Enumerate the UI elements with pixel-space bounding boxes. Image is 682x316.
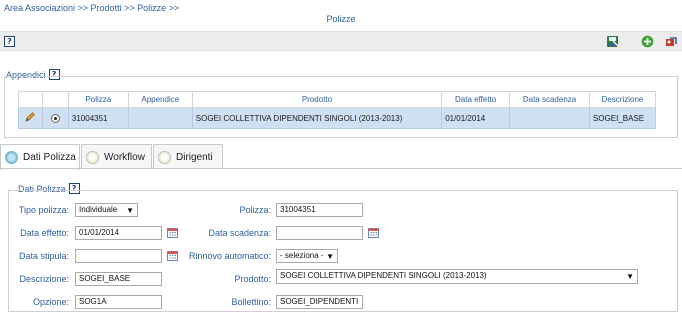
cell-polizza: 31004351 xyxy=(67,107,129,129)
data-scadenza-label: Data scadenza: xyxy=(208,228,271,238)
chevron-down-icon: ▼ xyxy=(626,272,634,281)
exit-icon[interactable] xyxy=(665,35,678,48)
descrizione-label: Descrizione: xyxy=(19,274,69,284)
column-header-descrizione[interactable]: Descrizione xyxy=(588,91,657,108)
tab-workflow-icon xyxy=(86,150,99,164)
prodotto-select[interactable]: SOGEI COLLETTIVA DIPENDENTI SINGOLI (201… xyxy=(276,269,638,284)
appendici-table: Polizza Appendice Prodotto Data effetto … xyxy=(18,91,657,129)
breadcrumb[interactable]: Area Associazioni >> Prodotti >> Polizze… xyxy=(4,3,179,13)
tab-label: Workflow xyxy=(104,151,145,163)
column-header-data-effetto[interactable]: Data effetto xyxy=(441,91,511,108)
help-icon[interactable]: ? xyxy=(4,36,15,47)
column-header-edit xyxy=(18,91,43,108)
data-effetto-field[interactable]: 01/01/2014 xyxy=(75,226,162,240)
polizza-label: Polizza: xyxy=(239,205,271,215)
tab-dirigenti-icon xyxy=(158,150,171,164)
tab-dati-polizza-icon xyxy=(5,151,18,164)
descrizione-field[interactable]: SOGEI_BASE xyxy=(75,272,162,286)
column-header-appendice[interactable]: Appendice xyxy=(127,91,193,108)
rinnovo-automatico-label: Rinnovo automatico: xyxy=(188,251,271,261)
polizza-field[interactable]: 31004351 xyxy=(276,203,363,217)
page-title: Polizze xyxy=(326,14,356,24)
rinnovo-automatico-value: - seleziona - xyxy=(280,251,324,260)
select-cell[interactable] xyxy=(41,107,69,129)
opzione-field[interactable]: SOG1A xyxy=(75,295,162,309)
tab-label: Dati Polizza xyxy=(23,152,76,163)
save-icon[interactable] xyxy=(606,35,619,48)
column-header-prodotto[interactable]: Prodotto xyxy=(191,91,443,108)
add-icon[interactable] xyxy=(641,35,654,48)
cell-appendice xyxy=(127,107,193,129)
calendar-icon[interactable] xyxy=(167,227,178,238)
data-stipula-field[interactable] xyxy=(75,249,162,263)
rinnovo-automatico-select[interactable]: - seleziona - ▼ xyxy=(276,249,338,263)
edit-icon[interactable] xyxy=(24,111,36,123)
chevron-down-icon: ▼ xyxy=(326,252,334,261)
prodotto-label: Prodotto: xyxy=(234,274,271,284)
column-header-data-scadenza[interactable]: Data scadenza xyxy=(509,91,590,108)
cell-data-scadenza xyxy=(509,107,590,129)
calendar-icon[interactable] xyxy=(167,250,178,261)
tab-label: Dirigenti xyxy=(176,151,213,163)
tab-divider xyxy=(0,168,682,169)
chevron-down-icon: ▼ xyxy=(126,206,134,215)
row-radio[interactable] xyxy=(50,113,60,123)
edit-cell[interactable] xyxy=(18,107,43,129)
tab-dati-polizza[interactable]: Dati Polizza xyxy=(0,144,80,170)
prodotto-value: SOGEI COLLETTIVA DIPENDENTI SINGOLI (201… xyxy=(280,271,487,280)
bollettino-field[interactable]: SOGEI_DIPENDENTI xyxy=(276,295,363,309)
calendar-icon[interactable] xyxy=(368,227,379,238)
cell-prodotto: SOGEI COLLETTIVA DIPENDENTI SINGOLI (201… xyxy=(191,107,443,129)
column-header-polizza[interactable]: Polizza xyxy=(67,91,129,108)
data-effetto-label: Data effetto: xyxy=(20,228,69,238)
tipo-polizza-value: Individuale xyxy=(79,205,118,214)
tipo-polizza-select[interactable]: Individuale ▼ xyxy=(75,203,138,217)
toolbar: ? xyxy=(0,31,682,51)
tipo-polizza-label: Tipo polizza: xyxy=(18,205,69,215)
cell-descrizione: SOGEI_BASE xyxy=(588,107,657,129)
opzione-label: Opzione: xyxy=(32,297,69,307)
table-row[interactable]: 31004351 SOGEI COLLETTIVA DIPENDENTI SIN… xyxy=(18,107,657,129)
bollettino-label: Bollettino: xyxy=(231,297,271,307)
data-stipula-label: Data stipula: xyxy=(18,251,69,261)
tab-dirigenti[interactable]: Dirigenti xyxy=(153,144,223,169)
tab-workflow[interactable]: Workflow xyxy=(81,144,152,169)
data-scadenza-field[interactable] xyxy=(276,226,363,240)
column-header-select xyxy=(41,91,69,108)
cell-data-effetto: 01/01/2014 xyxy=(441,107,511,129)
